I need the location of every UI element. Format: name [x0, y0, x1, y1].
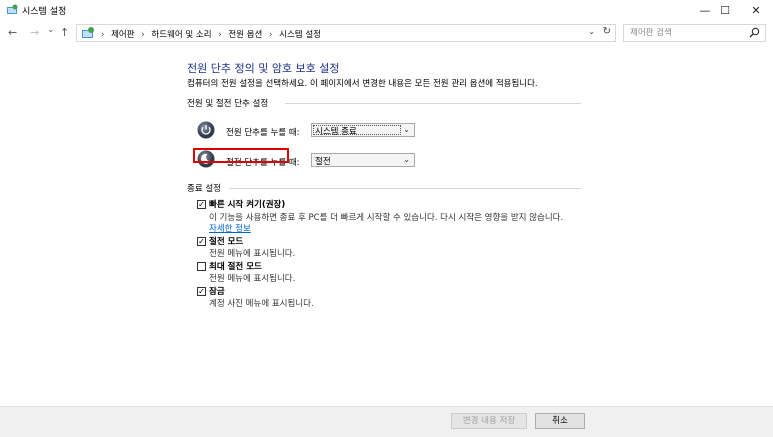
sleep-description: 전원 메뉴에 표시됩니다. [209, 249, 296, 259]
fast-startup-label[interactable]: 빠른 시작 켜기(권장) [209, 198, 285, 210]
search-input[interactable] [630, 28, 740, 38]
section-divider [285, 103, 581, 104]
fast-startup-checkbox[interactable]: ✓ [197, 200, 206, 209]
power-button-label: 전원 단추를 누를 때: [226, 128, 300, 138]
forward-arrow-icon[interactable]: → [30, 26, 39, 39]
window-title: 시스템 설정 [22, 7, 67, 17]
chevron-down-icon: ⌄ [403, 125, 410, 134]
back-arrow-icon[interactable]: ← [8, 26, 17, 39]
control-panel-icon [82, 27, 94, 38]
hibernate-description: 전원 메뉴에 표시됩니다. [209, 274, 296, 284]
sleep-button-value: 절전 [315, 157, 331, 167]
save-changes-button[interactable]: 변경 내용 저장 [451, 413, 527, 429]
power-section-header: 전원 및 절전 단추 설정 [187, 97, 581, 109]
power-button-select[interactable]: 시스템 종료 ⌄ [311, 123, 415, 137]
highlight-box [193, 148, 289, 163]
breadcrumb-item-power-options[interactable]: 전원 옵션 [228, 30, 262, 40]
main-content: 전원 단추 정의 및 암호 보호 설정 컴퓨터의 전원 설정을 선택하세요. 이… [0, 46, 773, 406]
breadcrumb-item-system-settings[interactable]: 시스템 설정 [279, 30, 321, 40]
control-panel-icon [7, 4, 18, 14]
address-bar[interactable]: › 제어판 › 하드웨어 및 소리 › 전원 옵션 › 시스템 설정 ⌄ ↻ [76, 24, 616, 42]
power-button-icon [197, 121, 215, 139]
power-button-value: 시스템 종료 [315, 127, 357, 137]
page-title: 전원 단추 정의 및 암호 보호 설정 [187, 62, 340, 75]
chevron-down-icon: ⌄ [403, 155, 410, 164]
sleep-checkbox[interactable]: ✓ [197, 237, 206, 246]
maximize-button[interactable]: ☐ [708, 0, 742, 20]
close-button[interactable]: ✕ [739, 0, 773, 20]
lock-description: 계정 사진 메뉴에 표시됩니다. [209, 299, 314, 309]
section-divider [229, 188, 581, 189]
breadcrumb-separator: › [269, 30, 273, 40]
lock-checkbox[interactable]: ✓ [197, 287, 206, 296]
breadcrumb-separator: › [218, 30, 222, 40]
more-info-link[interactable]: 자세한 정보 [209, 222, 251, 234]
sleep-label[interactable]: 절전 모드 [209, 235, 243, 247]
breadcrumb-item-control-panel[interactable]: 제어판 [111, 30, 134, 40]
refresh-icon[interactable]: ↻ [603, 26, 611, 37]
recent-locations-icon[interactable]: ⌄ [47, 25, 55, 35]
breadcrumb-separator: › [141, 30, 145, 40]
search-box[interactable] [623, 24, 766, 42]
title-bar: 시스템 설정 — ☐ ✕ [0, 0, 773, 21]
hibernate-checkbox[interactable] [197, 262, 206, 271]
up-arrow-icon[interactable]: ↑ [60, 26, 69, 39]
page-description: 컴퓨터의 전원 설정을 선택하세요. 이 페이지에서 변경한 내용은 모든 전원… [187, 79, 538, 89]
breadcrumb: › 제어판 › 하드웨어 및 소리 › 전원 옵션 › 시스템 설정 [101, 28, 321, 40]
section-title: 종료 설정 [187, 184, 221, 194]
breadcrumb-item-hardware-sound[interactable]: 하드웨어 및 소리 [151, 30, 211, 40]
breadcrumb-separator: › [101, 30, 105, 40]
hibernate-label[interactable]: 최대 절전 모드 [209, 260, 262, 272]
lock-label[interactable]: 잠금 [209, 285, 225, 297]
address-dropdown-icon[interactable]: ⌄ [588, 27, 595, 36]
sleep-button-select[interactable]: 절전 ⌄ [311, 153, 415, 167]
section-title: 전원 및 절전 단추 설정 [187, 99, 269, 109]
cancel-button[interactable]: 취소 [535, 413, 585, 429]
footer-bar: 변경 내용 저장 취소 [0, 406, 773, 437]
fast-startup-description: 이 기능을 사용하면 종료 후 PC를 더 빠르게 시작할 수 있습니다. 다시… [209, 213, 564, 223]
search-icon[interactable] [749, 27, 760, 38]
shutdown-section-header: 종료 설정 [187, 182, 581, 194]
